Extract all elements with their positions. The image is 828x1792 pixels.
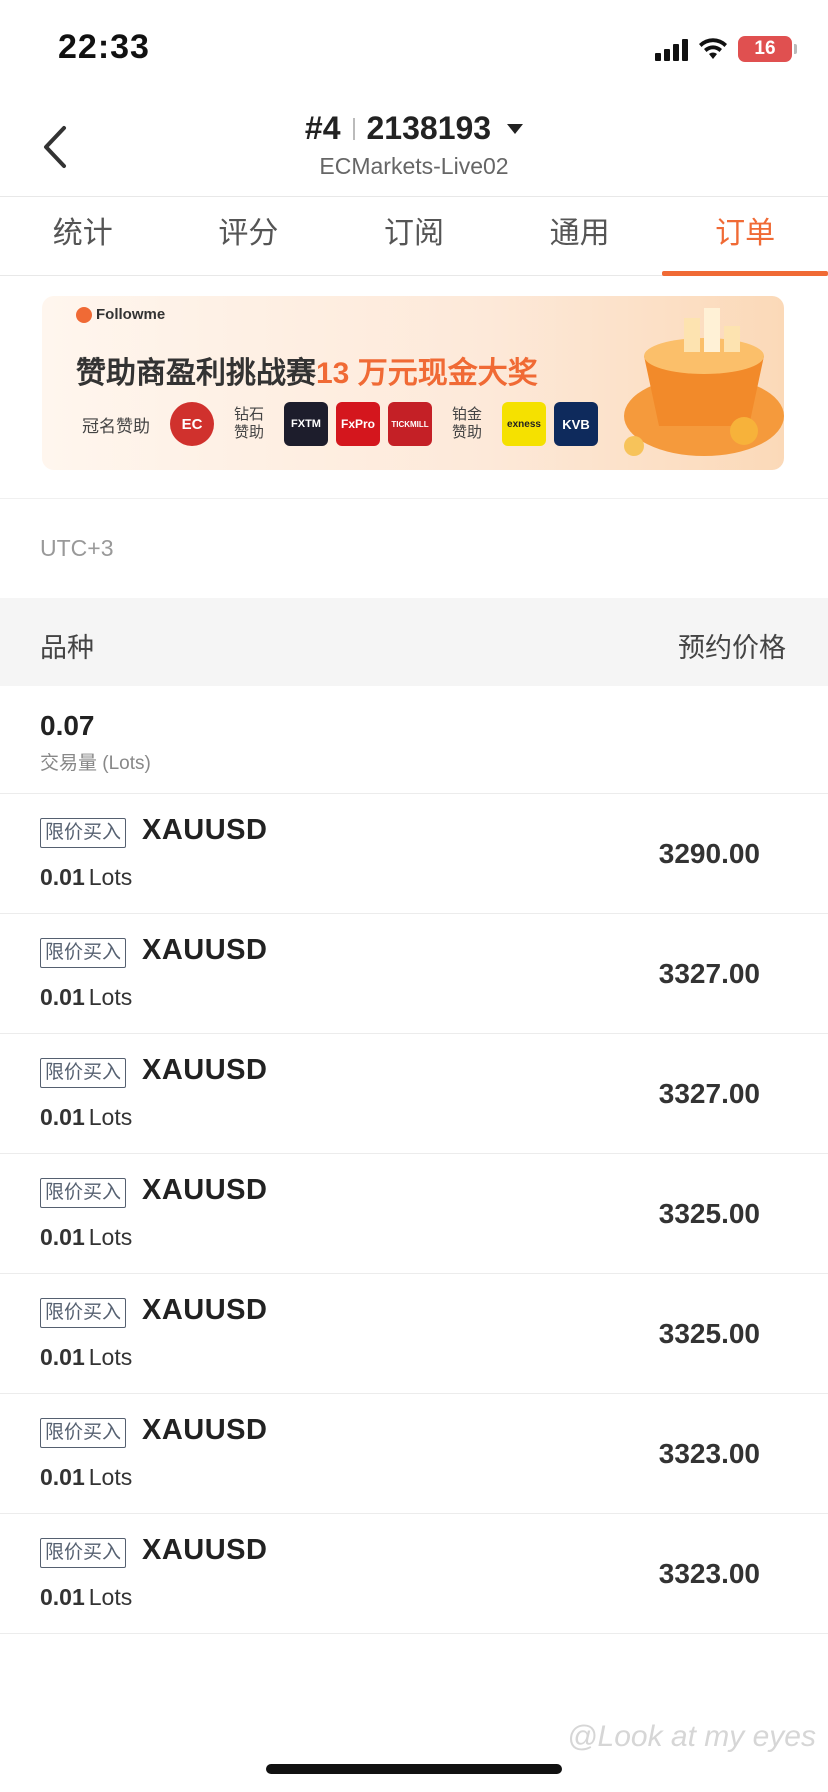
tickmill-logo: TICKMILL bbox=[388, 402, 432, 446]
order-symbol: XAUUSD bbox=[142, 1414, 268, 1446]
order-row[interactable]: 限价买入 XAUUSD 0.01 Lots 3327.00 bbox=[0, 914, 828, 1034]
tab-rating[interactable]: 评分 bbox=[166, 197, 332, 275]
order-row[interactable]: 限价买入 XAUUSD 0.01 Lots 3327.00 bbox=[0, 1034, 828, 1154]
header: #4 2138193 ECMarkets-Live02 bbox=[0, 100, 828, 196]
tab-orders[interactable]: 订单 bbox=[662, 197, 828, 276]
platinum-sponsor-label: 铂金赞助 bbox=[452, 406, 483, 441]
wifi-icon bbox=[699, 38, 727, 59]
order-lots: 0.01 Lots bbox=[40, 1464, 133, 1490]
order-lots: 0.01 Lots bbox=[40, 1344, 133, 1370]
account-prefix: #4 bbox=[304, 110, 341, 146]
account-divider bbox=[352, 117, 355, 140]
order-type-badge: 限价买入 bbox=[40, 818, 127, 848]
order-row[interactable]: 限价买入 XAUUSD 0.01 Lots 3325.00 bbox=[0, 1274, 828, 1394]
order-lots: 0.01 Lots bbox=[40, 864, 133, 890]
order-price: 3323.00 bbox=[658, 1558, 760, 1589]
chevron-down-icon bbox=[507, 123, 524, 134]
tab-bar: 统计 评分 订阅 通用 订单 bbox=[0, 196, 828, 276]
title-sponsor-label: 冠名赞助 bbox=[82, 416, 150, 436]
order-price: 3290.00 bbox=[658, 838, 760, 869]
cellular-signal-icon bbox=[655, 37, 688, 61]
order-symbol: XAUUSD bbox=[142, 934, 268, 966]
order-type-badge: 限价买入 bbox=[40, 1178, 127, 1208]
fxpro-logo: FxPro bbox=[336, 402, 380, 446]
order-row[interactable]: 限价买入 XAUUSD 0.01 Lots 3323.00 bbox=[0, 1514, 828, 1634]
server-name: ECMarkets-Live02 bbox=[319, 153, 509, 179]
battery-icon: 16 bbox=[738, 36, 797, 62]
order-type-badge: 限价买入 bbox=[40, 938, 127, 968]
banner-section: Followme 赞助商盈利挑战赛13 万元现金大奖 冠名赞助 EC 钻石赞助 … bbox=[0, 276, 828, 498]
order-symbol: XAUUSD bbox=[142, 1174, 268, 1206]
order-symbol: XAUUSD bbox=[142, 1294, 268, 1326]
account-number: 2138193 bbox=[366, 110, 492, 146]
order-price: 3327.00 bbox=[658, 1078, 760, 1109]
order-row[interactable]: 限价买入 XAUUSD 0.01 Lots 3290.00 bbox=[0, 794, 828, 914]
total-volume: 0.07 bbox=[40, 710, 95, 741]
exness-logo: exness bbox=[502, 402, 546, 446]
status-icons: 16 bbox=[655, 34, 797, 64]
order-list: 限价买入 XAUUSD 0.01 Lots 3290.00 限价买入 XAUUSD… bbox=[0, 794, 828, 1634]
column-symbol: 品种 bbox=[40, 633, 94, 663]
volume-summary: 0.07 交易量 (Lots) bbox=[0, 686, 828, 794]
sponsor-row: 冠名赞助 EC 钻石赞助 FXTM FxPro TICKMILL 铂金赞助 ex… bbox=[82, 402, 598, 446]
account-header: #4 2138193 ECMarkets-Live02 bbox=[0, 110, 828, 180]
tab-general[interactable]: 通用 bbox=[497, 197, 663, 275]
ec-logo: EC bbox=[170, 402, 214, 446]
followme-logo: Followme bbox=[76, 306, 165, 323]
order-price: 3327.00 bbox=[658, 958, 760, 989]
banner-title: 赞助商盈利挑战赛13 万元现金大奖 bbox=[76, 348, 538, 392]
home-indicator[interactable] bbox=[266, 1764, 562, 1774]
order-symbol: XAUUSD bbox=[142, 1534, 268, 1566]
promo-banner[interactable]: Followme 赞助商盈利挑战赛13 万元现金大奖 冠名赞助 EC 钻石赞助 … bbox=[42, 296, 784, 470]
order-price: 3325.00 bbox=[658, 1198, 760, 1229]
followme-icon bbox=[76, 306, 92, 323]
status-time: 22:33 bbox=[58, 28, 150, 66]
watermark: @Look at my eyes bbox=[567, 1720, 816, 1753]
diamond-sponsor-label: 钻石赞助 bbox=[234, 406, 265, 441]
tab-statistics[interactable]: 统计 bbox=[0, 197, 166, 275]
order-lots: 0.01 Lots bbox=[40, 1104, 133, 1130]
fxtm-logo: FXTM bbox=[284, 402, 328, 446]
trophy-illustration bbox=[624, 308, 784, 456]
banner-title-prize: 13 万元现金大奖 bbox=[316, 357, 538, 390]
order-lots: 0.01 Lots bbox=[40, 1584, 133, 1610]
tab-subscription[interactable]: 订阅 bbox=[331, 197, 497, 275]
total-volume-label: 交易量 (Lots) bbox=[40, 753, 151, 774]
order-lots: 0.01 Lots bbox=[40, 984, 133, 1010]
timezone-label: UTC+3 bbox=[40, 535, 114, 561]
status-bar: 22:33 16 bbox=[0, 0, 828, 100]
order-lots: 0.01 Lots bbox=[40, 1224, 133, 1250]
order-symbol: XAUUSD bbox=[142, 1054, 268, 1086]
order-symbol: XAUUSD bbox=[142, 814, 268, 846]
battery-level: 16 bbox=[754, 38, 776, 59]
banner-title-main: 赞助商盈利挑战赛 bbox=[76, 357, 316, 390]
order-type-badge: 限价买入 bbox=[40, 1058, 127, 1088]
column-order-price: 预约价格 bbox=[678, 633, 786, 663]
order-price: 3325.00 bbox=[658, 1318, 760, 1349]
order-type-badge: 限价买入 bbox=[40, 1418, 127, 1448]
account-selector[interactable]: #4 2138193 bbox=[304, 110, 524, 147]
table-header: 品种 预约价格 bbox=[0, 598, 828, 686]
order-type-badge: 限价买入 bbox=[40, 1298, 127, 1328]
order-row[interactable]: 限价买入 XAUUSD 0.01 Lots 3323.00 bbox=[0, 1394, 828, 1514]
order-row[interactable]: 限价买入 XAUUSD 0.01 Lots 3325.00 bbox=[0, 1154, 828, 1274]
order-price: 3323.00 bbox=[658, 1438, 760, 1469]
timezone-row: UTC+3 bbox=[0, 498, 828, 598]
order-type-badge: 限价买入 bbox=[40, 1538, 127, 1568]
